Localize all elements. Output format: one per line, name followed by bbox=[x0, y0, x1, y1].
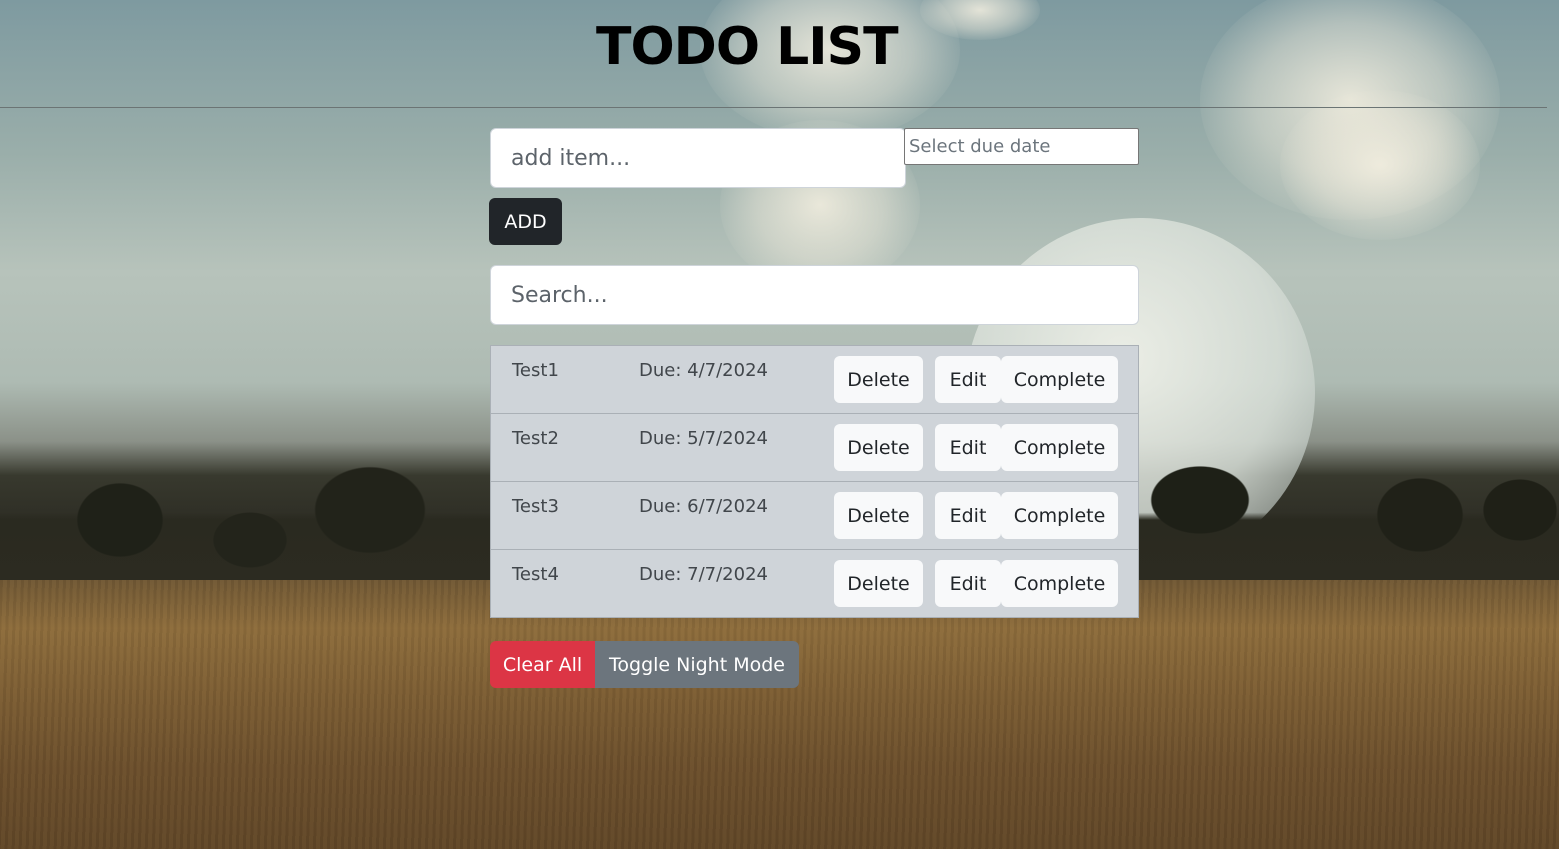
edit-button[interactable]: Edit bbox=[935, 356, 1001, 403]
todo-item: Test4 Due: 7/7/2024 Delete Edit Complete bbox=[490, 550, 1139, 618]
delete-button[interactable]: Delete bbox=[834, 492, 923, 539]
complete-button[interactable]: Complete bbox=[1001, 424, 1118, 471]
complete-button[interactable]: Complete bbox=[1001, 560, 1118, 607]
edit-button[interactable]: Edit bbox=[935, 492, 1001, 539]
page-title: TODO LIST bbox=[596, 17, 899, 77]
complete-button[interactable]: Complete bbox=[1001, 492, 1118, 539]
todo-list: Test1 Due: 4/7/2024 Delete Edit Complete… bbox=[490, 345, 1139, 618]
todo-name: Test2 bbox=[512, 428, 559, 449]
todo-item: Test2 Due: 5/7/2024 Delete Edit Complete bbox=[490, 414, 1139, 482]
todo-name: Test4 bbox=[512, 564, 559, 585]
delete-button[interactable]: Delete bbox=[834, 560, 923, 607]
delete-button[interactable]: Delete bbox=[834, 424, 923, 471]
todo-due-date: Due: 7/7/2024 bbox=[639, 564, 768, 585]
todo-name: Test3 bbox=[512, 496, 559, 517]
complete-button[interactable]: Complete bbox=[1001, 356, 1118, 403]
search-input[interactable] bbox=[490, 265, 1139, 325]
todo-item: Test1 Due: 4/7/2024 Delete Edit Complete bbox=[490, 345, 1139, 414]
todo-due-date: Due: 4/7/2024 bbox=[639, 360, 768, 381]
todo-due-date: Due: 5/7/2024 bbox=[639, 428, 768, 449]
edit-button[interactable]: Edit bbox=[935, 560, 1001, 607]
add-button[interactable]: ADD bbox=[489, 198, 562, 245]
add-item-input[interactable] bbox=[490, 128, 906, 188]
edit-button[interactable]: Edit bbox=[935, 424, 1001, 471]
todo-item: Test3 Due: 6/7/2024 Delete Edit Complete bbox=[490, 482, 1139, 550]
due-date-input[interactable] bbox=[904, 128, 1139, 165]
todo-name: Test1 bbox=[512, 360, 559, 381]
delete-button[interactable]: Delete bbox=[834, 356, 923, 403]
toggle-night-mode-button[interactable]: Toggle Night Mode bbox=[595, 641, 799, 688]
header-divider bbox=[0, 107, 1547, 108]
todo-due-date: Due: 6/7/2024 bbox=[639, 496, 768, 517]
clear-all-button[interactable]: Clear All bbox=[490, 641, 595, 688]
